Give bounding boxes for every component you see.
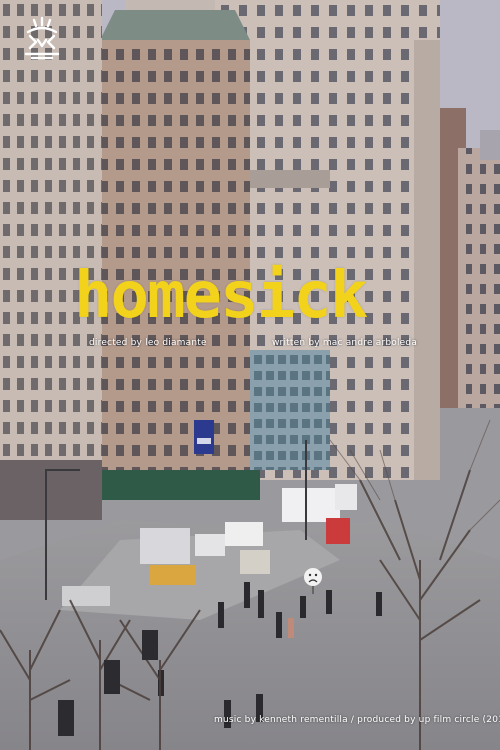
poster-title: homesick <box>74 259 368 333</box>
city-street-scene <box>0 0 500 750</box>
doodle-logo-icon <box>24 16 60 60</box>
poster: homesick directed by leo diamante writte… <box>0 0 500 750</box>
writer-credit: written by mac andre arboleda <box>272 338 418 348</box>
music-producer-credit: music by kenneth rementilla / produced b… <box>214 715 500 725</box>
director-credit: directed by leo diamante <box>89 338 207 348</box>
